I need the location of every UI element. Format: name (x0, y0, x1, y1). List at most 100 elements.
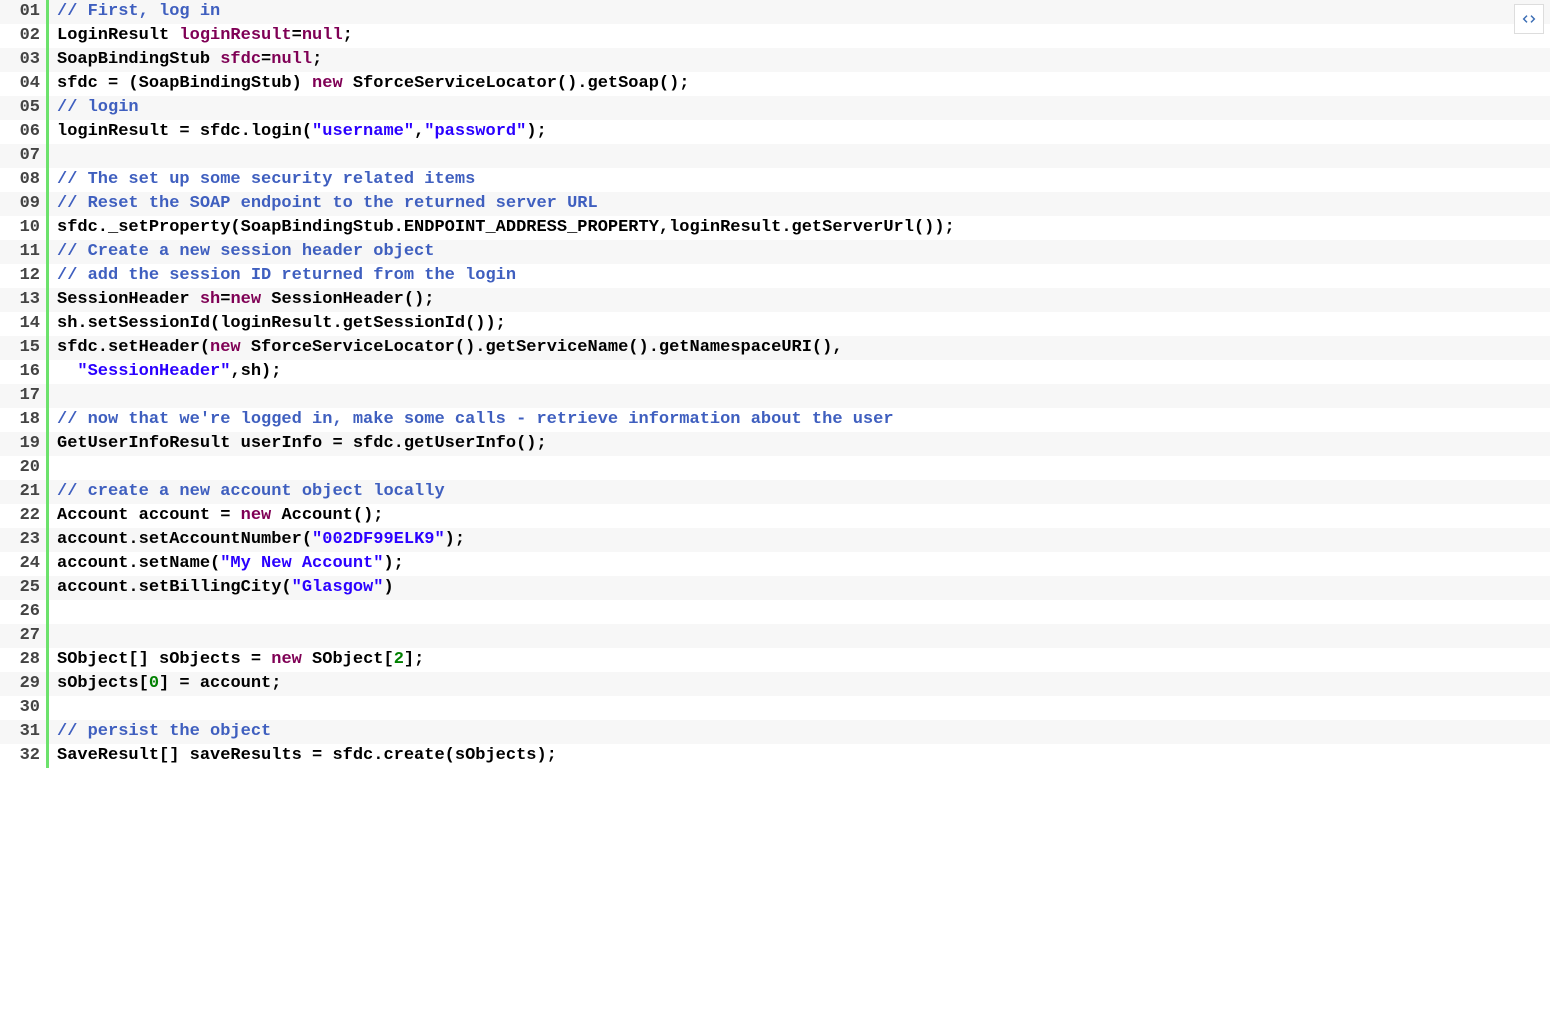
code-content: sh.setSessionId(loginResult.getSessionId… (49, 312, 1550, 336)
token-plain: ); (526, 122, 546, 141)
code-content: Account account = new Account(); (49, 504, 1550, 528)
token-plain: SforceServiceLocator().getServiceName().… (241, 338, 843, 357)
code-line: 13SessionHeader sh=new SessionHeader(); (0, 288, 1550, 312)
token-comment: // persist the object (57, 722, 271, 741)
code-content: // login (49, 96, 1550, 120)
token-plain: ] = account; (159, 674, 281, 693)
token-plain: sh.setSessionId(loginResult.getSessionId… (57, 314, 506, 333)
line-number: 07 (0, 144, 46, 168)
code-content (49, 456, 1550, 480)
token-num: 0 (149, 674, 159, 693)
token-plain: SessionHeader(); (261, 290, 434, 309)
token-punct: = (261, 50, 271, 69)
token-plain: ,sh); (230, 362, 281, 381)
line-number: 03 (0, 48, 46, 72)
token-punct: = (220, 290, 230, 309)
code-content: // add the session ID returned from the … (49, 264, 1550, 288)
code-content: account.setBillingCity("Glasgow") (49, 576, 1550, 600)
token-comment: // login (57, 98, 139, 117)
code-content: SObject[] sObjects = new SObject[2]; (49, 648, 1550, 672)
code-content (49, 384, 1550, 408)
line-number: 09 (0, 192, 46, 216)
token-var: sh (200, 290, 220, 309)
token-plain: sfdc._setProperty(SoapBindingStub.ENDPOI… (57, 218, 955, 237)
code-content: SoapBindingStub sfdc=null; (49, 48, 1550, 72)
code-line: 19GetUserInfoResult userInfo = sfdc.getU… (0, 432, 1550, 456)
code-content (49, 696, 1550, 720)
line-number: 17 (0, 384, 46, 408)
token-comment: // add the session ID returned from the … (57, 266, 516, 285)
token-punct: ; (312, 50, 322, 69)
line-number: 31 (0, 720, 46, 744)
code-content: // persist the object (49, 720, 1550, 744)
code-content: // The set up some security related item… (49, 168, 1550, 192)
code-content: SaveResult[] saveResults = sfdc.create(s… (49, 744, 1550, 768)
code-line: 06loginResult = sfdc.login("username","p… (0, 120, 1550, 144)
token-type: SoapBindingStub (57, 50, 210, 69)
code-line: 24account.setName("My New Account"); (0, 552, 1550, 576)
line-number: 18 (0, 408, 46, 432)
code-content: // First, log in (49, 0, 1550, 24)
line-number: 15 (0, 336, 46, 360)
token-plain: SObject[ (302, 650, 394, 669)
code-content: loginResult = sfdc.login("username","pas… (49, 120, 1550, 144)
code-block: 01// First, log in02LoginResult loginRes… (0, 0, 1550, 768)
code-content: GetUserInfoResult userInfo = sfdc.getUse… (49, 432, 1550, 456)
code-line: 09// Reset the SOAP endpoint to the retu… (0, 192, 1550, 216)
token-type: Account (57, 506, 128, 525)
line-number: 30 (0, 696, 46, 720)
code-line: 03SoapBindingStub sfdc=null; (0, 48, 1550, 72)
token-comment: // Create a new session header object (57, 242, 434, 261)
token-plain (169, 26, 179, 45)
code-content: // Create a new session header object (49, 240, 1550, 264)
token-string: "password" (424, 122, 526, 141)
token-comment: // now that we're logged in, make some c… (57, 410, 894, 429)
token-type: LoginResult (57, 26, 169, 45)
code-content: SessionHeader sh=new SessionHeader(); (49, 288, 1550, 312)
code-content: // Reset the SOAP endpoint to the return… (49, 192, 1550, 216)
line-number: 22 (0, 504, 46, 528)
code-content (49, 144, 1550, 168)
code-line: 08// The set up some security related it… (0, 168, 1550, 192)
token-plain: sfdc = (SoapBindingStub) (57, 74, 312, 93)
code-content: "SessionHeader",sh); (49, 360, 1550, 384)
code-content (49, 600, 1550, 624)
code-content: sObjects[0] = account; (49, 672, 1550, 696)
line-number: 01 (0, 0, 46, 24)
code-line: 11// Create a new session header object (0, 240, 1550, 264)
token-string: "Glasgow" (292, 578, 384, 597)
token-plain: ); (383, 554, 403, 573)
code-line: 10sfdc._setProperty(SoapBindingStub.ENDP… (0, 216, 1550, 240)
code-line: 20 (0, 456, 1550, 480)
token-plain (210, 50, 220, 69)
code-content: sfdc.setHeader(new SforceServiceLocator(… (49, 336, 1550, 360)
code-line: 27 (0, 624, 1550, 648)
code-line: 29sObjects[0] = account; (0, 672, 1550, 696)
copy-code-button[interactable] (1514, 4, 1544, 34)
token-punct: = (292, 26, 302, 45)
line-number: 27 (0, 624, 46, 648)
line-number: 19 (0, 432, 46, 456)
line-number: 13 (0, 288, 46, 312)
token-keyword: null (302, 26, 343, 45)
token-type: SObject[] (57, 650, 149, 669)
token-plain: ); (445, 530, 465, 549)
code-line: 15sfdc.setHeader(new SforceServiceLocato… (0, 336, 1550, 360)
code-line: 21// create a new account object locally (0, 480, 1550, 504)
token-keyword: null (271, 50, 312, 69)
line-number: 06 (0, 120, 46, 144)
token-var: loginResult (179, 26, 291, 45)
token-keyword: new (271, 650, 302, 669)
code-line: 12// add the session ID returned from th… (0, 264, 1550, 288)
token-type: SaveResult[] (57, 746, 179, 765)
token-plain (190, 290, 200, 309)
line-number: 25 (0, 576, 46, 600)
token-comment: // First, log in (57, 2, 220, 21)
line-number: 16 (0, 360, 46, 384)
token-keyword: new (210, 338, 241, 357)
code-line: 28SObject[] sObjects = new SObject[2]; (0, 648, 1550, 672)
token-punct: ; (343, 26, 353, 45)
line-number: 21 (0, 480, 46, 504)
line-number: 29 (0, 672, 46, 696)
line-number: 20 (0, 456, 46, 480)
